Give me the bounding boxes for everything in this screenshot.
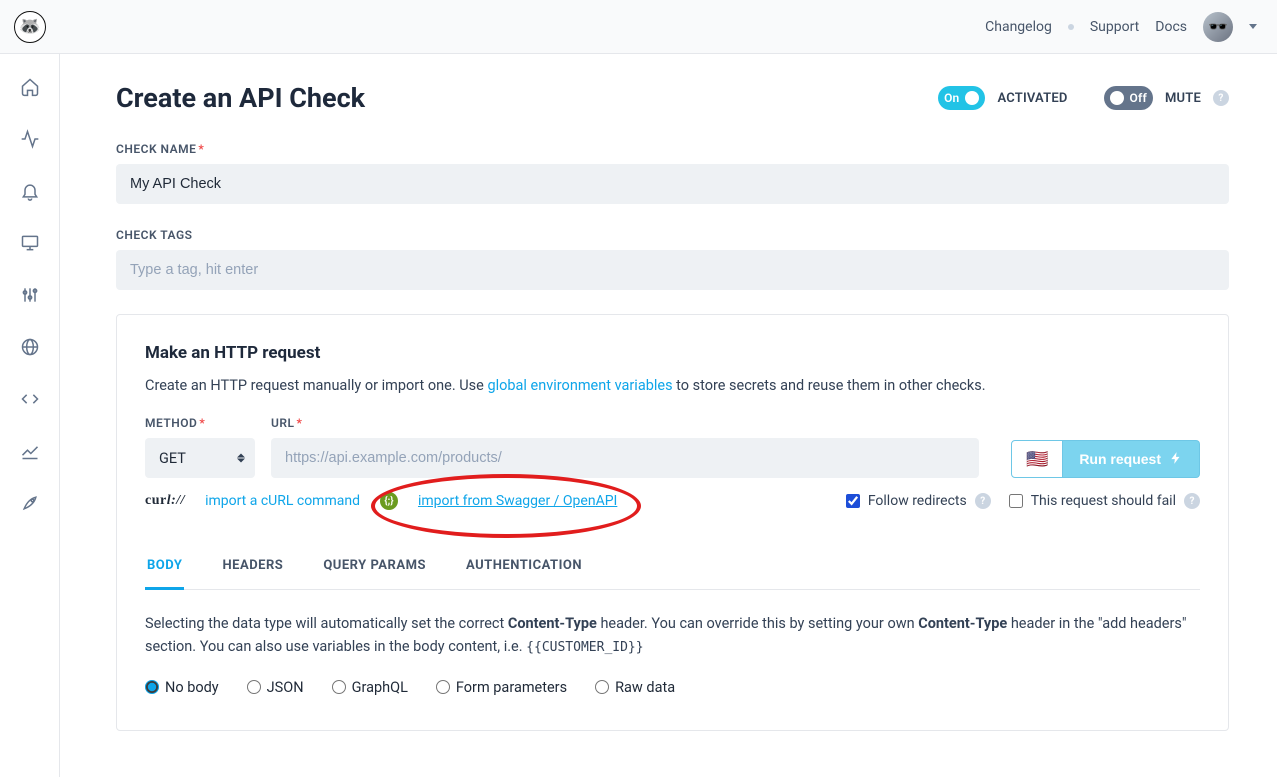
topbar: 🦝 Changelog Support Docs 🕶️ [0,0,1277,54]
toggle-knob-icon [965,91,979,105]
body-tab-description: Selecting the data type will automatical… [145,612,1200,659]
help-icon[interactable]: ? [1184,493,1200,509]
global-env-variables-link[interactable]: global environment variables [487,377,672,394]
card-description: Create an HTTP request manually or impor… [145,377,1200,394]
should-fail-option[interactable]: This request should fail ? [1009,493,1200,509]
toggle-off-label: Off [1130,91,1147,105]
run-request-button[interactable]: Run request [1063,440,1200,478]
home-icon[interactable] [19,76,41,98]
curl-logo-icon: curl:// [145,493,185,509]
tab-body[interactable]: BODY [145,558,184,590]
body-type-radios: No body JSON GraphQL Form parameters Raw… [145,679,1200,696]
follow-redirects-label: Follow redirects [868,493,967,509]
tab-authentication[interactable]: AUTHENTICATION [464,558,584,589]
follow-redirects-option[interactable]: Follow redirects ? [846,493,991,509]
check-name-input[interactable] [116,164,1229,204]
user-avatar[interactable]: 🕶️ [1203,12,1233,42]
bolt-icon [1169,451,1183,468]
chart-icon[interactable] [19,440,41,462]
activated-label: ACTIVATED [997,91,1067,106]
location-flag-button[interactable]: 🇺🇸 [1011,440,1063,478]
nav-docs[interactable]: Docs [1155,19,1187,35]
http-request-card: Make an HTTP request Create an HTTP requ… [116,314,1229,731]
bell-icon[interactable] [19,180,41,202]
run-request-label: Run request [1079,451,1161,467]
mute-toggle[interactable]: Off [1104,86,1153,110]
method-label: METHOD* [145,416,255,430]
help-icon[interactable]: ? [975,493,991,509]
check-tags-label: CHECK TAGS [116,228,1229,242]
toggle-knob-icon [1110,91,1124,105]
radio-no-body[interactable]: No body [145,679,219,696]
page-title: Create an API Check [116,82,365,114]
import-swagger-link[interactable]: import from Swagger / OpenAPI [418,493,617,509]
nav-changelog[interactable]: Changelog [985,19,1052,35]
radio-graphql[interactable]: GraphQL [332,679,408,696]
toggle-on-label: On [944,91,959,105]
radio-form-params[interactable]: Form parameters [436,679,567,696]
url-input[interactable] [271,438,979,478]
globe-icon[interactable] [19,336,41,358]
app-logo[interactable]: 🦝 [14,11,46,43]
select-caret-icon [237,454,245,463]
follow-redirects-checkbox[interactable] [846,494,860,508]
nav-support[interactable]: Support [1090,19,1139,35]
activity-icon[interactable] [19,128,41,150]
sidebar [0,54,60,777]
user-menu-caret-icon[interactable] [1249,24,1257,29]
code-icon[interactable] [19,388,41,410]
card-heading: Make an HTTP request [145,343,1200,363]
main-content: Create an API Check On ACTIVATED Off MUT… [60,54,1277,777]
mute-label: MUTE [1165,91,1201,106]
sliders-icon[interactable] [19,284,41,306]
check-tags-input[interactable] [116,250,1229,290]
radio-json[interactable]: JSON [247,679,304,696]
import-curl-link[interactable]: import a cURL command [205,493,360,509]
activated-toggle[interactable]: On [938,86,985,110]
should-fail-checkbox[interactable] [1009,494,1023,508]
tab-query-params[interactable]: QUERY PARAMS [321,558,428,589]
monitor-icon[interactable] [19,232,41,254]
swagger-icon: {;} [380,492,398,510]
should-fail-label: This request should fail [1031,493,1176,509]
tab-headers[interactable]: HEADERS [220,558,285,589]
radio-raw-data[interactable]: Raw data [595,679,675,696]
request-tabs: BODY HEADERS QUERY PARAMS AUTHENTICATION [145,558,1200,590]
separator-dot [1068,24,1074,30]
rocket-icon[interactable] [19,492,41,514]
check-name-label: CHECK NAME* [116,142,1229,156]
help-icon[interactable]: ? [1213,90,1229,106]
method-value: GET [159,450,186,467]
method-select[interactable]: GET [145,438,255,478]
url-label: URL* [271,416,979,430]
